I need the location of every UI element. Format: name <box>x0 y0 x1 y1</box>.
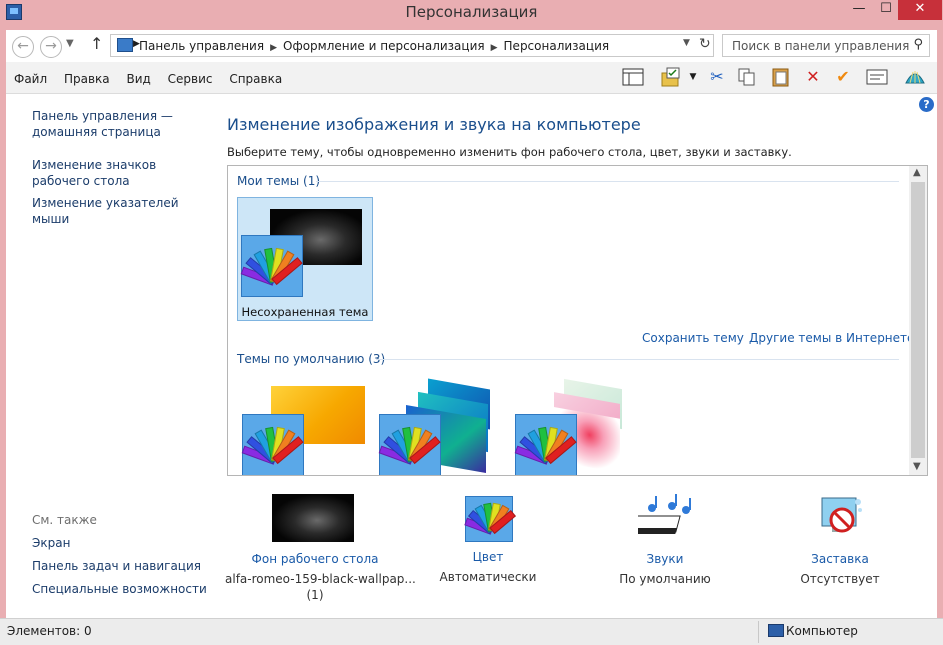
up-arrow-icon[interactable]: ↑ <box>90 34 103 53</box>
setting-screensaver[interactable]: Заставка Отсутствует <box>780 494 900 586</box>
page-title: Изменение изображения и звука на компьют… <box>227 115 641 134</box>
wallpaper-thumbnail <box>272 494 354 542</box>
maximize-button[interactable]: ☐ <box>872 0 900 20</box>
sidebar-link-taskbar[interactable]: Панель задач и навигация <box>32 558 212 574</box>
menu-edit[interactable]: Правка <box>64 72 110 86</box>
theme-item-unsaved[interactable]: Несохраненная тема <box>237 197 373 321</box>
control-panel-icon <box>117 38 133 52</box>
setting-desktop-background[interactable]: Фон рабочего стола alfa-romeo-159-black-… <box>225 494 416 602</box>
forward-button[interactable]: → <box>40 36 62 58</box>
breadcrumb: Панель управления ▶ Оформление и персонали… <box>139 39 610 53</box>
theme-item-default-2[interactable] <box>378 378 508 475</box>
setting-value: По умолчанию <box>619 572 711 586</box>
folder-check-icon[interactable] <box>660 67 682 89</box>
screensaver-icon <box>818 494 864 542</box>
setting-value: alfa-romeo-159-black-wallpap... <box>225 572 416 586</box>
palette-icon <box>241 414 304 475</box>
palette-icon <box>514 414 577 475</box>
setting-sounds[interactable]: Звуки По умолчанию <box>600 494 730 586</box>
address-row: ← → ▼ ↑ ▶ Панель управления ▶ Оформление и… <box>6 30 937 62</box>
address-bar[interactable]: ▶ Панель управления ▶ Оформление и персона… <box>110 34 714 57</box>
copy-icon[interactable] <box>736 67 758 89</box>
themes-scrollbar[interactable]: ▲ ▼ <box>909 166 927 475</box>
dropdown-icon[interactable]: ▼ <box>686 67 700 89</box>
scroll-up-icon[interactable]: ▲ <box>913 167 921 178</box>
more-themes-link[interactable]: Другие темы в Интернете <box>749 331 914 345</box>
scroll-thumb[interactable] <box>911 182 925 458</box>
cut-icon[interactable]: ✂ <box>706 67 728 89</box>
sidebar-link-home[interactable]: Панель управления — домашняя страница <box>32 108 212 140</box>
search-icon[interactable]: ⚲ <box>913 37 923 52</box>
status-bar: Элементов: 0 Компьютер <box>0 618 943 645</box>
palette-icon <box>240 235 303 297</box>
sounds-icon <box>629 494 692 542</box>
sidebar-link-accessibility[interactable]: Специальные возможности <box>32 581 212 597</box>
setting-label[interactable]: Звуки <box>600 552 730 566</box>
refresh-icon[interactable]: ↻ <box>699 36 711 52</box>
recent-locations-icon[interactable]: ▼ <box>66 38 74 49</box>
setting-value: Отсутствует <box>800 572 880 586</box>
help-icon[interactable]: ? <box>919 97 934 112</box>
paste-icon[interactable] <box>770 67 792 89</box>
setting-label[interactable]: Цвет <box>428 550 548 564</box>
back-button[interactable]: ← <box>12 36 34 58</box>
computer-icon <box>768 624 784 637</box>
save-theme-link[interactable]: Сохранить тему <box>642 331 744 345</box>
setting-label[interactable]: Фон рабочего стола <box>225 552 405 566</box>
properties-icon[interactable] <box>866 67 888 89</box>
menu-view[interactable]: Вид <box>126 72 150 86</box>
breadcrumb-item[interactable]: Панель управления <box>139 39 264 53</box>
theme-item-default-1[interactable] <box>241 384 371 475</box>
breadcrumb-item[interactable]: Оформление и персонализация <box>283 39 485 53</box>
layout-icon[interactable] <box>622 67 644 89</box>
menu-help[interactable]: Справка <box>229 72 282 86</box>
page-subtitle: Выберите тему, чтобы одновременно измени… <box>227 145 792 159</box>
setting-color[interactable]: Цвет Автоматически <box>428 494 548 584</box>
shell-icon[interactable] <box>904 67 926 89</box>
search-field[interactable]: Поиск в панели управления ⚲ <box>722 34 930 57</box>
window-title: Персонализация <box>405 3 538 21</box>
setting-value-count: (1) <box>306 588 324 602</box>
checkmark-icon[interactable]: ✔ <box>832 67 854 89</box>
sidebar-link-display[interactable]: Экран <box>32 535 212 551</box>
window: Персонализация — ☐ ✕ ← → ▼ ↑ ▶ Панель уп… <box>0 0 943 645</box>
title-bar: Персонализация — ☐ ✕ <box>0 0 943 26</box>
setting-label[interactable]: Заставка <box>780 552 900 566</box>
themes-list: Мои темы (1) Несохраненная тема Сохранит… <box>227 165 928 476</box>
see-also-title: См. также <box>32 513 97 527</box>
menu-bar: Файл Правка Вид Сервис Справка ▼ ✂ ✕ ✔ <box>6 62 937 94</box>
theme-name: Несохраненная тема <box>241 305 369 319</box>
menu-tools[interactable]: Сервис <box>168 72 213 86</box>
minimize-button[interactable]: — <box>845 0 873 20</box>
palette-icon <box>378 414 441 475</box>
sidebar-link-mouse-pointers[interactable]: Изменение указателей мыши <box>32 195 212 227</box>
chevron-down-icon[interactable]: ▼ <box>683 38 690 48</box>
status-location: Компьютер <box>768 621 938 643</box>
my-themes-header: Мои темы (1) <box>237 174 321 188</box>
close-button[interactable]: ✕ <box>898 0 942 20</box>
search-placeholder: Поиск в панели управления <box>732 39 910 53</box>
palette-icon <box>464 496 517 542</box>
delete-icon[interactable]: ✕ <box>802 67 824 89</box>
default-themes-header: Темы по умолчанию (3) <box>237 352 386 366</box>
status-item-count: Элементов: 0 <box>7 624 92 638</box>
content-area: ? Панель управления — домашняя страница … <box>6 94 937 618</box>
menu-file[interactable]: Файл <box>14 72 47 86</box>
sidebar-link-desktop-icons[interactable]: Изменение значков рабочего стола <box>32 157 212 189</box>
status-location-label: Компьютер <box>786 624 858 638</box>
setting-value: Автоматически <box>439 570 537 584</box>
scroll-down-icon[interactable]: ▼ <box>913 461 921 472</box>
breadcrumb-item[interactable]: Персонализация <box>504 39 610 53</box>
theme-item-default-3[interactable] <box>514 378 644 475</box>
